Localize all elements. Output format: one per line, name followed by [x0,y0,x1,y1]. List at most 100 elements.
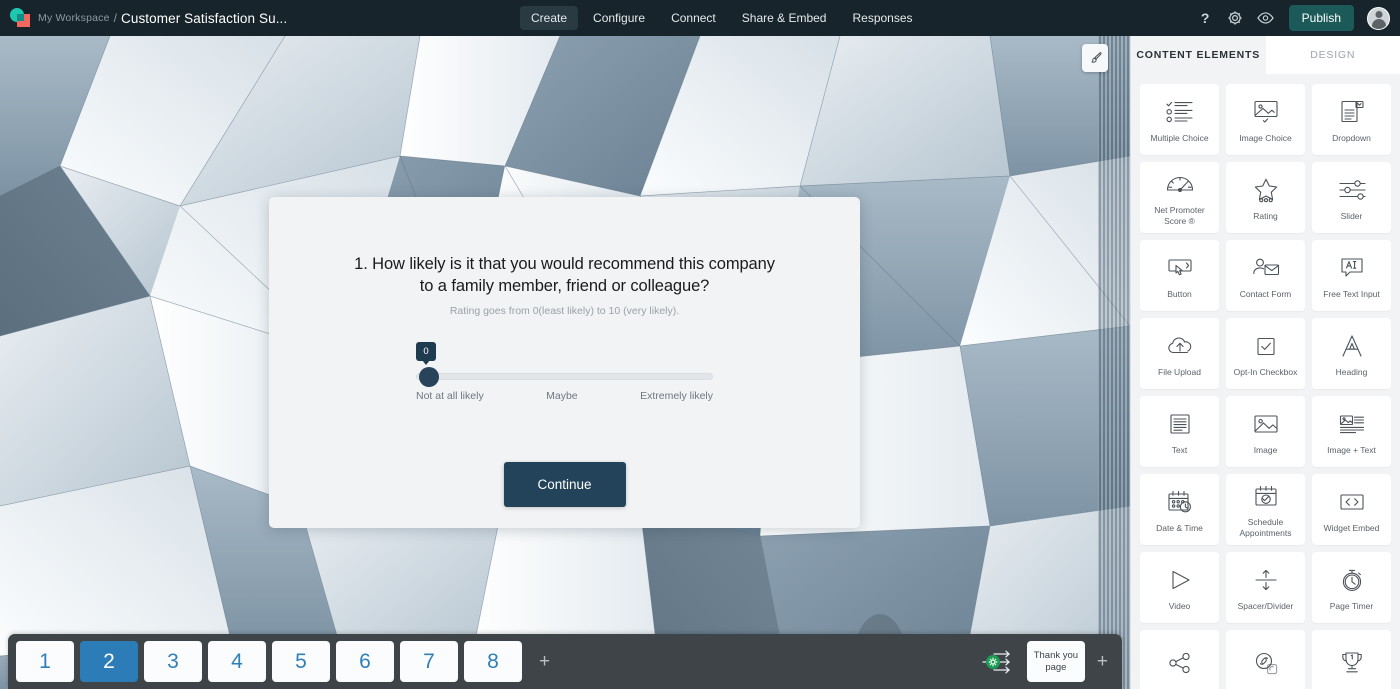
nav-item-configure[interactable]: Configure [582,6,656,30]
nav-item-share-embed[interactable]: Share & Embed [731,6,838,30]
logo-square-shape [17,14,30,27]
trophy-icon [1338,647,1366,679]
add-page-button[interactable]: + [539,652,550,671]
element-contact-form[interactable]: Contact Form [1226,240,1305,311]
scale-label-mid: Maybe [546,389,578,402]
element-label: Heading [1335,366,1368,377]
element-heading[interactable]: Heading [1312,318,1391,389]
page-thumbnail-list: 1 2 3 4 5 6 7 8 + [8,641,550,682]
element-image[interactable]: Image [1226,396,1305,467]
scale-label-left: Not at all likely [416,389,484,402]
contact-form-icon [1251,252,1281,284]
element-text[interactable]: Text [1140,396,1219,467]
link-icon [1252,647,1280,679]
avatar[interactable] [1367,6,1390,30]
button-cursor-icon [1165,252,1195,284]
element-label: Image [1253,444,1278,455]
slider-track[interactable] [416,372,713,380]
element-schedule-appointments[interactable]: Schedule Appointments [1226,474,1305,545]
slider-thumb[interactable] [419,366,439,387]
app-logo[interactable] [0,0,36,36]
element-link[interactable] [1226,630,1305,689]
element-date-time[interactable]: Date & Time [1140,474,1219,545]
stopwatch-icon [1338,564,1366,596]
page-thumb-6[interactable]: 6 [336,641,394,682]
element-label: Net Promoter Score ® [1154,205,1205,226]
heading-a-icon [1339,330,1365,362]
main-nav: Create Configure Connect Share & Embed R… [520,0,924,36]
nav-item-connect[interactable]: Connect [660,6,727,30]
calendar-clock-icon [1165,486,1195,518]
element-multiple-choice[interactable]: Multiple Choice [1140,84,1219,155]
paintbrush-icon[interactable] [1082,44,1108,72]
element-free-text-input[interactable]: Free Text Input [1312,240,1391,311]
element-video[interactable]: Video [1140,552,1219,623]
checkbox-icon [1253,330,1279,362]
element-page-timer[interactable]: Page Timer [1312,552,1391,623]
slider-icon [1337,174,1367,206]
tab-design[interactable]: DESIGN [1265,36,1400,74]
page-thumb-2[interactable]: 2 [80,641,138,682]
dropdown-icon [1337,96,1367,128]
page-thumb-4[interactable]: 4 [208,641,266,682]
tab-content-elements[interactable]: CONTENT ELEMENTS [1131,36,1266,74]
element-label: Date & Time [1156,522,1203,533]
element-rating[interactable]: Rating [1226,162,1305,233]
page-thumb-5[interactable]: 5 [272,641,330,682]
page-thumb-1[interactable]: 1 [16,641,74,682]
element-label: Button [1167,288,1192,299]
element-label: Spacer/Divider [1237,600,1294,611]
spacer-divider-icon [1252,564,1280,596]
logic-branching-icon[interactable] [981,649,1015,675]
element-image-choice[interactable]: Image Choice [1226,84,1305,155]
page-thumb-3[interactable]: 3 [144,641,202,682]
element-opt-in-checkbox[interactable]: Opt-In Checkbox [1226,318,1305,389]
image-choice-icon [1251,96,1281,128]
star-icon [1251,174,1281,206]
content-elements-grid: Multiple Choice Image Choice Dropdown Ne… [1131,74,1400,689]
element-label: Rating [1253,210,1278,221]
page-thumb-7[interactable]: 7 [400,641,458,682]
breadcrumb-workspace[interactable]: My Workspace [38,12,110,24]
element-file-upload[interactable]: File Upload [1140,318,1219,389]
element-label: Page Timer [1329,600,1374,611]
question-subtitle: Rating goes from 0(least likely) to 10 (… [449,304,680,317]
thank-you-page-card[interactable]: Thank you page [1026,641,1085,682]
calendar-check-icon [1252,480,1280,512]
element-share[interactable] [1140,630,1219,689]
element-widget-embed[interactable]: Widget Embed [1312,474,1391,545]
element-label: File Upload [1158,366,1201,377]
gear-icon[interactable] [1227,10,1244,27]
page-thumb-8[interactable]: 8 [464,641,522,682]
element-label: Widget Embed [1323,522,1380,533]
help-icon[interactable]: ? [1197,10,1214,27]
element-trophy[interactable] [1312,630,1391,689]
element-image-text[interactable]: Image + Text [1312,396,1391,467]
scale-label-right: Extremely likely [640,389,713,402]
question-title: 1. How likely is it that you would recom… [354,255,775,295]
element-label: Image + Text [1327,444,1376,455]
preview-eye-icon[interactable] [1256,10,1274,27]
element-label: Text [1171,444,1188,455]
element-spacer-divider[interactable]: Spacer/Divider [1226,552,1305,623]
multiple-choice-icon [1165,96,1195,128]
pages-bar-right: Thank you page + [981,641,1122,682]
element-net-promoter-score[interactable]: Net Promoter Score ® [1140,162,1219,233]
element-dropdown[interactable]: Dropdown [1312,84,1391,155]
element-label: Multiple Choice [1150,132,1209,143]
element-slider[interactable]: Slider [1312,162,1391,233]
share-icon [1166,647,1194,679]
publish-button[interactable]: Publish [1288,5,1354,31]
nav-item-create[interactable]: Create [520,6,579,30]
cloud-upload-icon [1165,330,1195,362]
element-button[interactable]: Button [1140,240,1219,311]
element-label: Image Choice [1239,132,1292,143]
code-embed-icon [1337,486,1367,518]
nav-item-responses[interactable]: Responses [841,6,923,30]
slider-value-tooltip: 0 [416,341,436,361]
add-page-end-button[interactable]: + [1097,652,1108,671]
survey-canvas: 1. How likely is it that you would recom… [0,36,1130,689]
top-bar: My Workspace / Customer Satisfaction Su.… [0,0,1400,36]
continue-button[interactable]: Continue [503,462,626,507]
element-label: Slider [1340,210,1363,221]
